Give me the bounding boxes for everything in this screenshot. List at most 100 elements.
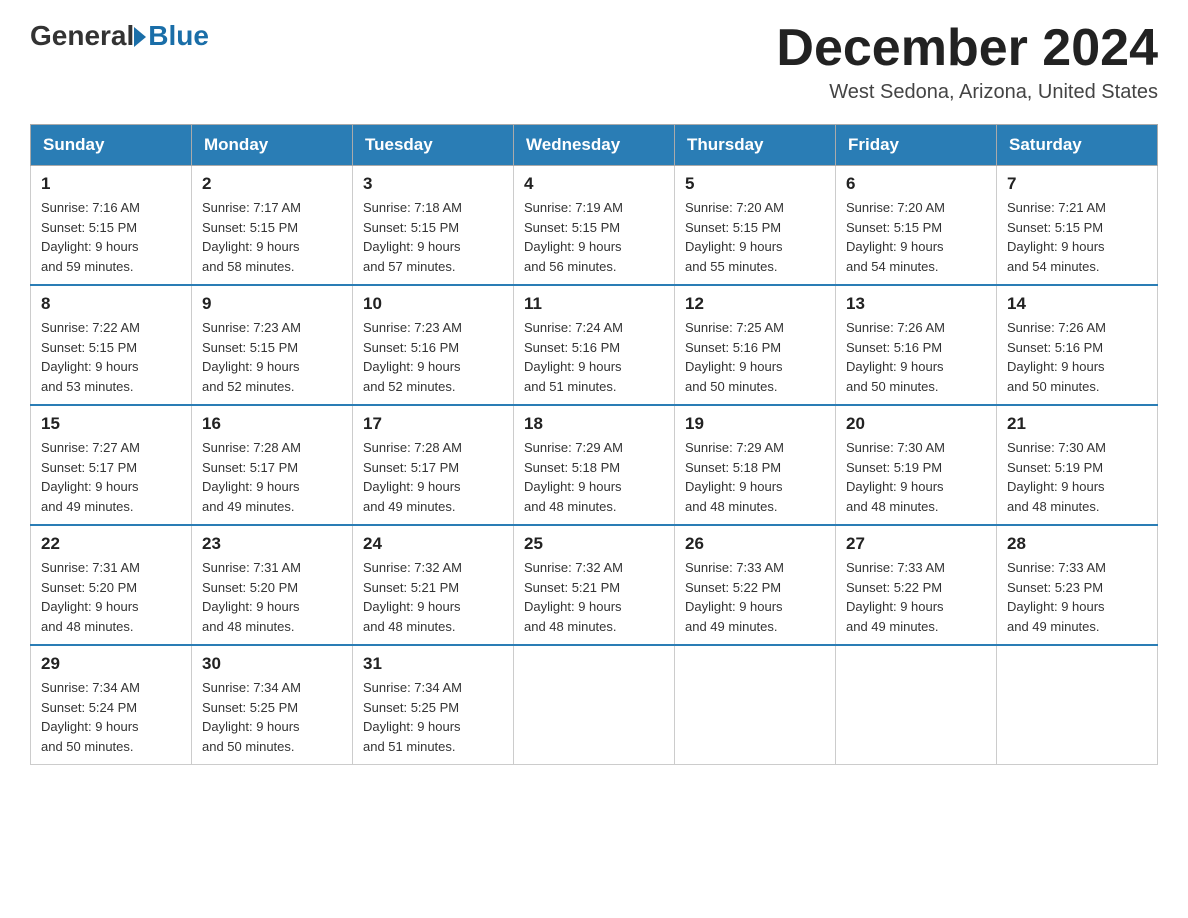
day-number: 21	[1007, 414, 1147, 434]
day-info: Sunrise: 7:33 AM Sunset: 5:22 PM Dayligh…	[685, 558, 825, 636]
day-info: Sunrise: 7:18 AM Sunset: 5:15 PM Dayligh…	[363, 198, 503, 276]
day-info: Sunrise: 7:28 AM Sunset: 5:17 PM Dayligh…	[363, 438, 503, 516]
title-section: December 2024 West Sedona, Arizona, Unit…	[776, 20, 1158, 104]
day-info: Sunrise: 7:26 AM Sunset: 5:16 PM Dayligh…	[846, 318, 986, 396]
day-info: Sunrise: 7:33 AM Sunset: 5:22 PM Dayligh…	[846, 558, 986, 636]
calendar-header-wednesday: Wednesday	[514, 125, 675, 166]
day-info: Sunrise: 7:25 AM Sunset: 5:16 PM Dayligh…	[685, 318, 825, 396]
day-number: 7	[1007, 174, 1147, 194]
logo-arrow-icon	[134, 27, 146, 47]
calendar-cell: 7 Sunrise: 7:21 AM Sunset: 5:15 PM Dayli…	[997, 166, 1158, 286]
day-info: Sunrise: 7:16 AM Sunset: 5:15 PM Dayligh…	[41, 198, 181, 276]
calendar-cell: 15 Sunrise: 7:27 AM Sunset: 5:17 PM Dayl…	[31, 405, 192, 525]
day-number: 26	[685, 534, 825, 554]
day-info: Sunrise: 7:32 AM Sunset: 5:21 PM Dayligh…	[524, 558, 664, 636]
calendar-week-row: 8 Sunrise: 7:22 AM Sunset: 5:15 PM Dayli…	[31, 285, 1158, 405]
day-number: 30	[202, 654, 342, 674]
day-info: Sunrise: 7:31 AM Sunset: 5:20 PM Dayligh…	[41, 558, 181, 636]
day-number: 14	[1007, 294, 1147, 314]
day-info: Sunrise: 7:31 AM Sunset: 5:20 PM Dayligh…	[202, 558, 342, 636]
day-number: 24	[363, 534, 503, 554]
day-number: 9	[202, 294, 342, 314]
day-number: 12	[685, 294, 825, 314]
day-number: 10	[363, 294, 503, 314]
day-number: 31	[363, 654, 503, 674]
calendar-cell: 10 Sunrise: 7:23 AM Sunset: 5:16 PM Dayl…	[353, 285, 514, 405]
day-number: 16	[202, 414, 342, 434]
calendar-cell: 16 Sunrise: 7:28 AM Sunset: 5:17 PM Dayl…	[192, 405, 353, 525]
calendar-cell: 12 Sunrise: 7:25 AM Sunset: 5:16 PM Dayl…	[675, 285, 836, 405]
day-number: 19	[685, 414, 825, 434]
calendar-week-row: 15 Sunrise: 7:27 AM Sunset: 5:17 PM Dayl…	[31, 405, 1158, 525]
day-number: 6	[846, 174, 986, 194]
day-number: 1	[41, 174, 181, 194]
calendar-week-row: 1 Sunrise: 7:16 AM Sunset: 5:15 PM Dayli…	[31, 166, 1158, 286]
calendar-cell: 18 Sunrise: 7:29 AM Sunset: 5:18 PM Dayl…	[514, 405, 675, 525]
calendar-cell: 1 Sunrise: 7:16 AM Sunset: 5:15 PM Dayli…	[31, 166, 192, 286]
calendar-cell: 4 Sunrise: 7:19 AM Sunset: 5:15 PM Dayli…	[514, 166, 675, 286]
calendar-cell	[514, 645, 675, 765]
calendar-cell: 29 Sunrise: 7:34 AM Sunset: 5:24 PM Dayl…	[31, 645, 192, 765]
calendar-cell: 24 Sunrise: 7:32 AM Sunset: 5:21 PM Dayl…	[353, 525, 514, 645]
logo-blue-part: Blue	[134, 20, 209, 52]
day-info: Sunrise: 7:17 AM Sunset: 5:15 PM Dayligh…	[202, 198, 342, 276]
day-number: 29	[41, 654, 181, 674]
calendar-cell: 28 Sunrise: 7:33 AM Sunset: 5:23 PM Dayl…	[997, 525, 1158, 645]
calendar-cell	[675, 645, 836, 765]
calendar-header-saturday: Saturday	[997, 125, 1158, 166]
day-number: 4	[524, 174, 664, 194]
day-number: 11	[524, 294, 664, 314]
day-number: 27	[846, 534, 986, 554]
calendar-cell: 26 Sunrise: 7:33 AM Sunset: 5:22 PM Dayl…	[675, 525, 836, 645]
day-info: Sunrise: 7:23 AM Sunset: 5:15 PM Dayligh…	[202, 318, 342, 396]
day-info: Sunrise: 7:32 AM Sunset: 5:21 PM Dayligh…	[363, 558, 503, 636]
calendar-header-thursday: Thursday	[675, 125, 836, 166]
day-info: Sunrise: 7:22 AM Sunset: 5:15 PM Dayligh…	[41, 318, 181, 396]
calendar-header-tuesday: Tuesday	[353, 125, 514, 166]
calendar-cell: 11 Sunrise: 7:24 AM Sunset: 5:16 PM Dayl…	[514, 285, 675, 405]
day-info: Sunrise: 7:21 AM Sunset: 5:15 PM Dayligh…	[1007, 198, 1147, 276]
calendar-cell	[997, 645, 1158, 765]
calendar-cell	[836, 645, 997, 765]
logo-blue-text: Blue	[148, 20, 209, 52]
calendar-cell: 27 Sunrise: 7:33 AM Sunset: 5:22 PM Dayl…	[836, 525, 997, 645]
day-info: Sunrise: 7:34 AM Sunset: 5:25 PM Dayligh…	[363, 678, 503, 756]
page-header: General Blue December 2024 West Sedona, …	[30, 20, 1158, 104]
calendar-cell: 25 Sunrise: 7:32 AM Sunset: 5:21 PM Dayl…	[514, 525, 675, 645]
day-number: 20	[846, 414, 986, 434]
day-number: 5	[685, 174, 825, 194]
calendar-cell: 31 Sunrise: 7:34 AM Sunset: 5:25 PM Dayl…	[353, 645, 514, 765]
logo-general-text: General	[30, 20, 134, 52]
day-number: 15	[41, 414, 181, 434]
calendar-cell: 6 Sunrise: 7:20 AM Sunset: 5:15 PM Dayli…	[836, 166, 997, 286]
calendar-table: SundayMondayTuesdayWednesdayThursdayFrid…	[30, 124, 1158, 765]
day-info: Sunrise: 7:23 AM Sunset: 5:16 PM Dayligh…	[363, 318, 503, 396]
day-info: Sunrise: 7:34 AM Sunset: 5:24 PM Dayligh…	[41, 678, 181, 756]
calendar-cell: 17 Sunrise: 7:28 AM Sunset: 5:17 PM Dayl…	[353, 405, 514, 525]
calendar-cell: 19 Sunrise: 7:29 AM Sunset: 5:18 PM Dayl…	[675, 405, 836, 525]
calendar-cell: 8 Sunrise: 7:22 AM Sunset: 5:15 PM Dayli…	[31, 285, 192, 405]
day-info: Sunrise: 7:30 AM Sunset: 5:19 PM Dayligh…	[846, 438, 986, 516]
calendar-cell: 3 Sunrise: 7:18 AM Sunset: 5:15 PM Dayli…	[353, 166, 514, 286]
calendar-cell: 2 Sunrise: 7:17 AM Sunset: 5:15 PM Dayli…	[192, 166, 353, 286]
day-info: Sunrise: 7:28 AM Sunset: 5:17 PM Dayligh…	[202, 438, 342, 516]
calendar-cell: 13 Sunrise: 7:26 AM Sunset: 5:16 PM Dayl…	[836, 285, 997, 405]
day-info: Sunrise: 7:20 AM Sunset: 5:15 PM Dayligh…	[685, 198, 825, 276]
day-info: Sunrise: 7:33 AM Sunset: 5:23 PM Dayligh…	[1007, 558, 1147, 636]
day-number: 2	[202, 174, 342, 194]
calendar-cell: 14 Sunrise: 7:26 AM Sunset: 5:16 PM Dayl…	[997, 285, 1158, 405]
calendar-week-row: 22 Sunrise: 7:31 AM Sunset: 5:20 PM Dayl…	[31, 525, 1158, 645]
calendar-cell: 22 Sunrise: 7:31 AM Sunset: 5:20 PM Dayl…	[31, 525, 192, 645]
day-number: 22	[41, 534, 181, 554]
day-number: 23	[202, 534, 342, 554]
day-info: Sunrise: 7:34 AM Sunset: 5:25 PM Dayligh…	[202, 678, 342, 756]
calendar-week-row: 29 Sunrise: 7:34 AM Sunset: 5:24 PM Dayl…	[31, 645, 1158, 765]
day-number: 3	[363, 174, 503, 194]
logo: General Blue	[30, 20, 209, 52]
calendar-cell: 9 Sunrise: 7:23 AM Sunset: 5:15 PM Dayli…	[192, 285, 353, 405]
day-number: 8	[41, 294, 181, 314]
location-text: West Sedona, Arizona, United States	[776, 81, 1158, 104]
day-number: 13	[846, 294, 986, 314]
day-info: Sunrise: 7:29 AM Sunset: 5:18 PM Dayligh…	[524, 438, 664, 516]
day-info: Sunrise: 7:19 AM Sunset: 5:15 PM Dayligh…	[524, 198, 664, 276]
